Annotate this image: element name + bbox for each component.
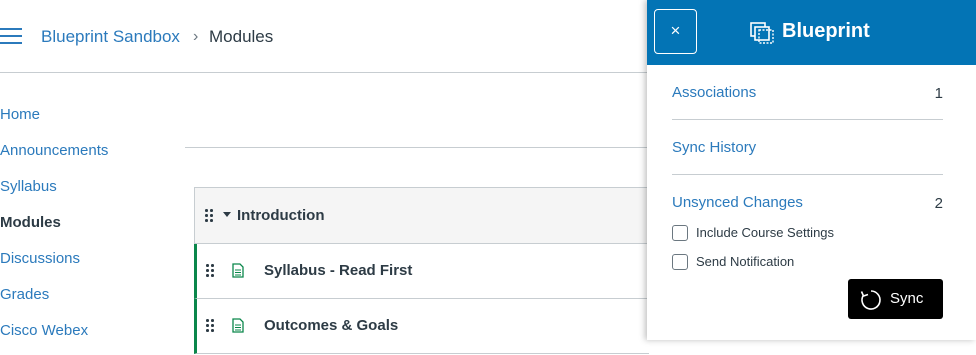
associations-link[interactable]: Associations	[672, 84, 756, 101]
associations-count: 1	[934, 85, 943, 102]
include-course-settings-checkbox[interactable]	[672, 225, 688, 241]
page-icon	[232, 318, 244, 333]
tray-header: × Blueprint	[647, 0, 976, 65]
include-course-settings-label: Include Course Settings	[696, 225, 835, 240]
sync-history-link[interactable]: Sync History	[672, 139, 756, 156]
module-title: Introduction	[237, 207, 325, 224]
sync-label: Sync	[890, 290, 924, 307]
unsynced-changes-count: 2	[934, 195, 943, 212]
close-button[interactable]: ×	[654, 9, 697, 54]
module-item[interactable]: Syllabus - Read First	[194, 244, 649, 299]
drag-handle-icon[interactable]	[206, 264, 214, 278]
module-introduction: Introduction Syllabus - Read First Outco	[194, 187, 649, 354]
top-bar: Blueprint Sandbox › Modules	[0, 0, 648, 73]
breadcrumb-current: Modules	[209, 27, 274, 46]
menu-icon[interactable]	[0, 28, 22, 46]
send-notification-checkbox[interactable]	[672, 254, 688, 270]
module-header[interactable]: Introduction	[195, 187, 649, 244]
module-item-title[interactable]: Outcomes & Goals	[264, 317, 398, 334]
collapse-caret-icon[interactable]	[223, 212, 231, 217]
breadcrumb-course[interactable]: Blueprint Sandbox	[41, 27, 180, 47]
tray-divider	[672, 174, 943, 175]
module-item-title[interactable]: Syllabus - Read First	[264, 262, 412, 279]
nav-item-grades[interactable]: Grades	[0, 283, 108, 319]
course-nav: Home Announcements Syllabus Modules Disc…	[0, 103, 108, 355]
unsynced-changes-link[interactable]: Unsynced Changes	[672, 194, 803, 211]
tray-divider	[672, 119, 943, 120]
breadcrumb-separator: ›	[193, 28, 199, 45]
tray-title: Blueprint	[782, 20, 870, 42]
nav-item-announcements[interactable]: Announcements	[0, 139, 108, 175]
nav-item-syllabus[interactable]: Syllabus	[0, 175, 108, 211]
module-item[interactable]: Outcomes & Goals	[194, 299, 649, 354]
blueprint-icon	[750, 22, 774, 44]
drag-handle-icon[interactable]	[206, 319, 214, 333]
nav-item-cisco-webex[interactable]: Cisco Webex	[0, 319, 108, 355]
nav-item-modules[interactable]: Modules	[0, 211, 108, 247]
sync-icon	[860, 290, 881, 310]
blueprint-tray: × Blueprint Associations 1 Sync History …	[647, 0, 976, 340]
content-divider	[185, 147, 648, 148]
nav-item-discussions[interactable]: Discussions	[0, 247, 108, 283]
drag-handle-icon[interactable]	[205, 209, 213, 223]
sync-button[interactable]: Sync	[848, 279, 943, 319]
nav-item-home[interactable]: Home	[0, 103, 108, 139]
page-icon	[232, 263, 244, 278]
send-notification-label: Send Notification	[696, 254, 795, 269]
